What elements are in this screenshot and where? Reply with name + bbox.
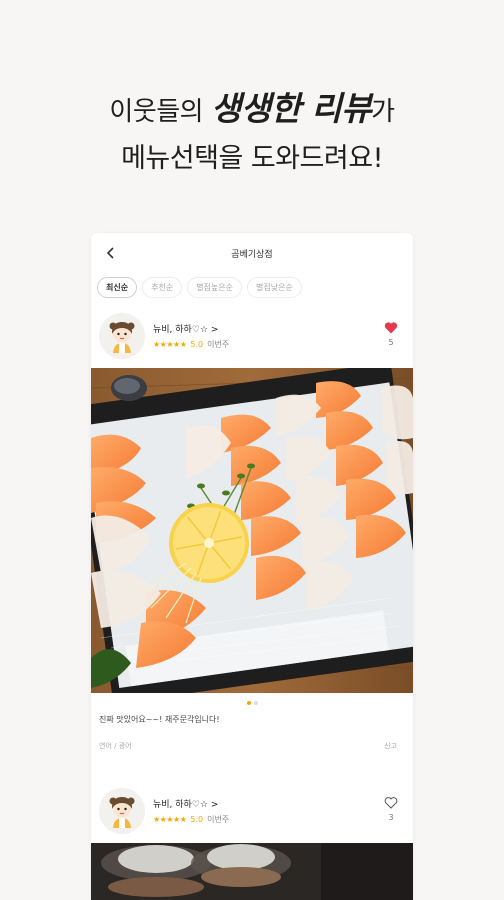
sort-tab-recommended[interactable]: 추천순 — [142, 277, 183, 298]
avatar[interactable] — [99, 313, 145, 359]
star-rating-icon: ★★★★★ — [153, 815, 187, 824]
review-photo[interactable] — [91, 843, 413, 900]
review-header: 뉴비, 하하♡☆ > ★★★★★ 5.0 이번주 5 — [91, 311, 413, 366]
star-rating-icon: ★★★★★ — [153, 340, 187, 349]
review-date: 이번주 — [207, 815, 230, 824]
hero-line-1: 이웃들의 생생한 리뷰가 — [0, 82, 504, 130]
heart-outline-icon — [384, 797, 398, 809]
sort-tab-latest[interactable]: 최신순 — [97, 277, 138, 298]
review-menu-tag: 연어 / 광어 — [99, 742, 132, 750]
photo-pagination — [91, 701, 413, 705]
sort-tabs: 최신순 추천순 별점높은순 별점낮은순 — [97, 277, 302, 298]
review-photo[interactable] — [91, 368, 413, 693]
user-avatar-illustration — [99, 313, 145, 359]
avatar[interactable] — [99, 788, 145, 834]
review-rating: ★★★★★ 5.0 이번주 — [153, 814, 229, 825]
drinks-photo — [91, 843, 413, 900]
hero-line-2: 메뉴선택을 도와드려요! — [121, 143, 383, 174]
like-count: 5 — [388, 338, 394, 347]
like-button[interactable]: 5 — [383, 321, 399, 347]
review-text: 진짜 맛있어요~~! 재주문각입니다! — [99, 715, 220, 724]
top-bar: 곰베기상점 — [91, 233, 413, 275]
hero-emphasis: 생생한 리뷰 — [210, 89, 372, 128]
hero-heading: 이웃들의 생생한 리뷰가 메뉴선택을 도와드려요! — [0, 82, 504, 175]
user-avatar-illustration — [99, 788, 145, 834]
review-card: 뉴비, 하하♡☆ > ★★★★★ 5.0 이번주 5 진짜 맛있어요~~! 재주… — [91, 311, 413, 771]
pagination-dot — [253, 701, 258, 705]
phone-screen: 곰베기상점 최신순 추천순 별점높은순 별점낮은순 뉴비, 하하♡☆ > ★★★… — [91, 233, 413, 900]
review-date: 이번주 — [207, 340, 230, 349]
like-button[interactable]: 3 — [383, 796, 399, 822]
sort-tab-rating-high[interactable]: 별점높은순 — [187, 277, 242, 298]
review-header: 뉴비, 하하♡☆ > ★★★★★ 5.0 이번주 3 — [91, 786, 413, 841]
hero-line-1-prefix: 이웃들의 — [109, 97, 211, 127]
rating-score: 5.0 — [190, 815, 204, 824]
like-count: 3 — [388, 813, 394, 822]
review-username[interactable]: 뉴비, 하하♡☆ > — [153, 322, 218, 335]
heart-filled-icon — [384, 322, 398, 334]
pagination-dot-active — [246, 701, 251, 705]
review-card: 뉴비, 하하♡☆ > ★★★★★ 5.0 이번주 3 — [91, 786, 413, 900]
rating-score: 5.0 — [190, 340, 204, 349]
review-rating: ★★★★★ 5.0 이번주 — [153, 339, 229, 350]
store-title: 곰베기상점 — [231, 250, 273, 260]
sashimi-platter-photo — [91, 368, 413, 693]
report-button[interactable]: 신고 — [384, 741, 397, 751]
sort-tab-rating-low[interactable]: 별점낮은순 — [247, 277, 302, 298]
review-username[interactable]: 뉴비, 하하♡☆ > — [153, 797, 218, 810]
hero-line-1-suffix: 가 — [371, 97, 395, 127]
